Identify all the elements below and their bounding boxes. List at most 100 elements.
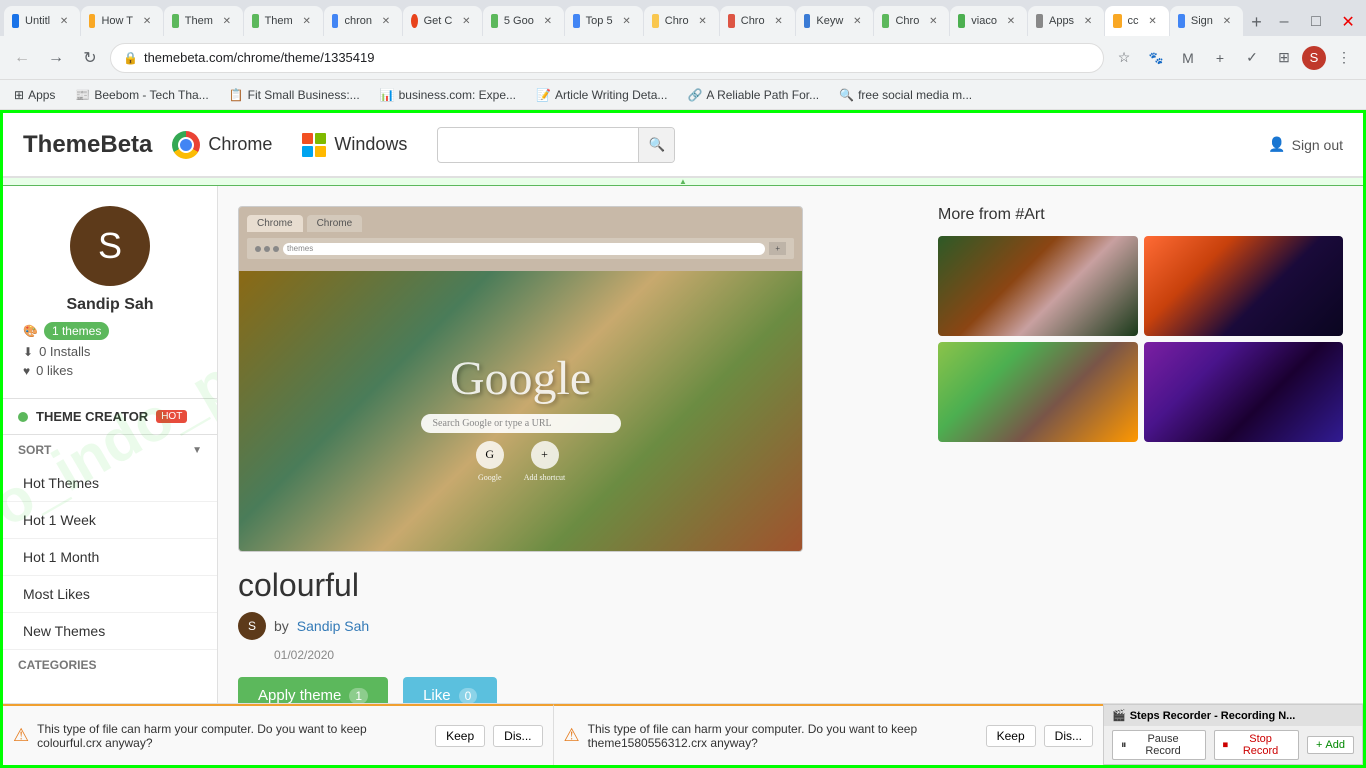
menu-button[interactable]: ⋮	[1330, 44, 1358, 72]
thumbnail-3[interactable]	[938, 342, 1138, 442]
search-button[interactable]: 🔍	[638, 127, 674, 163]
new-tab-button[interactable]: +	[1244, 8, 1269, 36]
profile-icon[interactable]: S	[1302, 46, 1326, 70]
tab-close[interactable]: ✕	[56, 13, 72, 29]
tab-label: Them	[265, 15, 293, 27]
sidebar-profile: S Sandip Sah 🎨 1 themes ⬇ 0 Installs	[3, 186, 217, 399]
tab-close[interactable]: ✕	[1145, 13, 1161, 29]
sidebar-item-hot-month[interactable]: Hot 1 Month	[3, 539, 217, 576]
tab-5goo[interactable]: 5 Goo ✕	[483, 6, 563, 36]
sort-section[interactable]: SORT ▼	[3, 435, 217, 465]
collapse-indicator[interactable]: ▲	[3, 178, 1363, 186]
tab-close[interactable]: ✕	[299, 13, 315, 29]
tab-close[interactable]: ✕	[1003, 13, 1019, 29]
preview-search-bar: Search Google or type a URL	[421, 414, 621, 433]
tab-close[interactable]: ✕	[771, 13, 787, 29]
extension-icon[interactable]: 🐾	[1142, 44, 1170, 72]
tab-chro2[interactable]: Chro ✕	[720, 6, 795, 36]
keep-button-2[interactable]: Keep	[986, 725, 1036, 747]
bookmark-fitsmall[interactable]: 📋 Fit Small Business:...	[223, 86, 366, 104]
pause-icon: ⏸	[1121, 739, 1127, 752]
tab-close[interactable]: ✕	[849, 13, 865, 29]
warning-text-2: This type of file can harm your computer…	[588, 722, 978, 750]
back-button[interactable]: ←	[8, 44, 36, 72]
installs-icon: ⬇	[23, 345, 33, 359]
thumbnail-4[interactable]	[1144, 342, 1344, 442]
tab-close[interactable]: ✕	[1080, 13, 1096, 29]
tab-label: 5 Goo	[504, 15, 534, 27]
minimize-button[interactable]: –	[1270, 8, 1298, 36]
address-bar[interactable]: 🔒 themebeta.com/chrome/theme/1335419	[110, 43, 1104, 73]
gmail-icon[interactable]: M	[1174, 44, 1202, 72]
pause-record-button[interactable]: ⏸ Pause Record	[1112, 730, 1206, 760]
tab-apps[interactable]: Apps ✕	[1028, 6, 1104, 36]
theme-preview: Chrome Chrome themes	[238, 206, 803, 552]
stop-record-button[interactable]: ⏹ Stop Record	[1214, 730, 1299, 760]
sidebar-item-most-likes[interactable]: Most Likes	[3, 576, 217, 613]
bookmark-beebom[interactable]: 📰 Beebom - Tech Tha...	[69, 86, 214, 104]
tab-them1[interactable]: Them ✕	[164, 6, 243, 36]
theme-by-text: by	[274, 618, 289, 634]
bookmark-business[interactable]: 📊 business.com: Expe...	[374, 86, 522, 104]
dismiss-button-2[interactable]: Dis...	[1044, 725, 1093, 747]
reload-button[interactable]: ↻	[76, 44, 104, 72]
search-input[interactable]	[438, 137, 638, 153]
bookmark-article[interactable]: 📝 Article Writing Deta...	[530, 86, 673, 104]
sidebar-item-hot-themes[interactable]: Hot Themes	[3, 465, 217, 502]
tab-sign[interactable]: Sign ✕	[1170, 6, 1243, 36]
steps-recorder-icon: 🎬	[1112, 709, 1126, 722]
thumbnail-2-image	[1144, 236, 1344, 336]
tab-close[interactable]: ✕	[378, 13, 394, 29]
tab-close[interactable]: ✕	[1219, 13, 1235, 29]
author-name-link[interactable]: Sandip Sah	[297, 618, 369, 634]
tab-keyw[interactable]: Keyw ✕	[796, 6, 874, 36]
tab-close[interactable]: ✕	[139, 13, 155, 29]
tab-untitl[interactable]: Untitl ✕	[4, 6, 80, 36]
keep-button-1[interactable]: Keep	[435, 725, 485, 747]
preview-shortcut-1-label: Google	[478, 473, 502, 482]
preview-nav-dots	[255, 246, 279, 252]
hot-badge: HOT	[156, 410, 187, 423]
bookmark-icon[interactable]: ☆	[1110, 44, 1138, 72]
tab-chro3[interactable]: Chro ✕	[874, 6, 949, 36]
themes-badge: 1 themes	[44, 322, 109, 340]
stop-icon: ⏹	[1223, 739, 1229, 752]
sidebar-item-hot-week[interactable]: Hot 1 Week	[3, 502, 217, 539]
tab-how[interactable]: How T ✕	[81, 6, 163, 36]
tab-top5[interactable]: Top 5 ✕	[565, 6, 643, 36]
tab-close[interactable]: ✕	[925, 13, 941, 29]
sign-out-button[interactable]: 👤 Sign out	[1268, 136, 1343, 153]
bookmark-reliable[interactable]: 🔗 A Reliable Path For...	[681, 86, 825, 104]
thumbnail-2[interactable]	[1144, 236, 1344, 336]
themes-stat-icon: 🎨	[23, 324, 38, 338]
check-icon[interactable]: ✓	[1238, 44, 1266, 72]
add-comment-button[interactable]: + Add	[1307, 736, 1354, 754]
tab-getc[interactable]: Get C ✕	[403, 6, 482, 36]
grid-icon[interactable]: ⊞	[1270, 44, 1298, 72]
bookmark-social[interactable]: 🔍 free social media m...	[833, 86, 978, 104]
tab-close[interactable]: ✕	[619, 13, 635, 29]
forward-button[interactable]: →	[42, 44, 70, 72]
bookmark-apps[interactable]: ⊞ Apps	[8, 86, 61, 104]
tab-close[interactable]: ✕	[540, 13, 556, 29]
tab-label: Chro	[665, 15, 689, 27]
tab-cc-active[interactable]: cc ✕	[1105, 6, 1168, 36]
tab-chron[interactable]: chron ✕	[324, 6, 402, 36]
nav-windows[interactable]: Windows	[302, 133, 407, 157]
tab-close[interactable]: ✕	[458, 13, 474, 29]
dismiss-button-1[interactable]: Dis...	[493, 725, 542, 747]
tab-close[interactable]: ✕	[695, 13, 711, 29]
thumbnail-1[interactable]	[938, 236, 1138, 336]
like-button[interactable]: Like 0	[403, 677, 497, 703]
tab-close[interactable]: ✕	[219, 13, 235, 29]
maximize-button[interactable]: □	[1302, 8, 1330, 36]
sidebar-item-new-themes[interactable]: New Themes	[3, 613, 217, 650]
tab-viaco[interactable]: viaco ✕	[950, 6, 1027, 36]
tab-chro1[interactable]: Chro ✕	[644, 6, 719, 36]
plus-icon[interactable]: +	[1206, 44, 1234, 72]
tab-favicon	[652, 14, 659, 28]
nav-chrome[interactable]: Chrome	[172, 131, 272, 159]
apply-theme-button[interactable]: Apply theme 1	[238, 677, 388, 703]
close-browser-button[interactable]: ✕	[1334, 8, 1362, 36]
tab-them2[interactable]: Them ✕	[244, 6, 323, 36]
